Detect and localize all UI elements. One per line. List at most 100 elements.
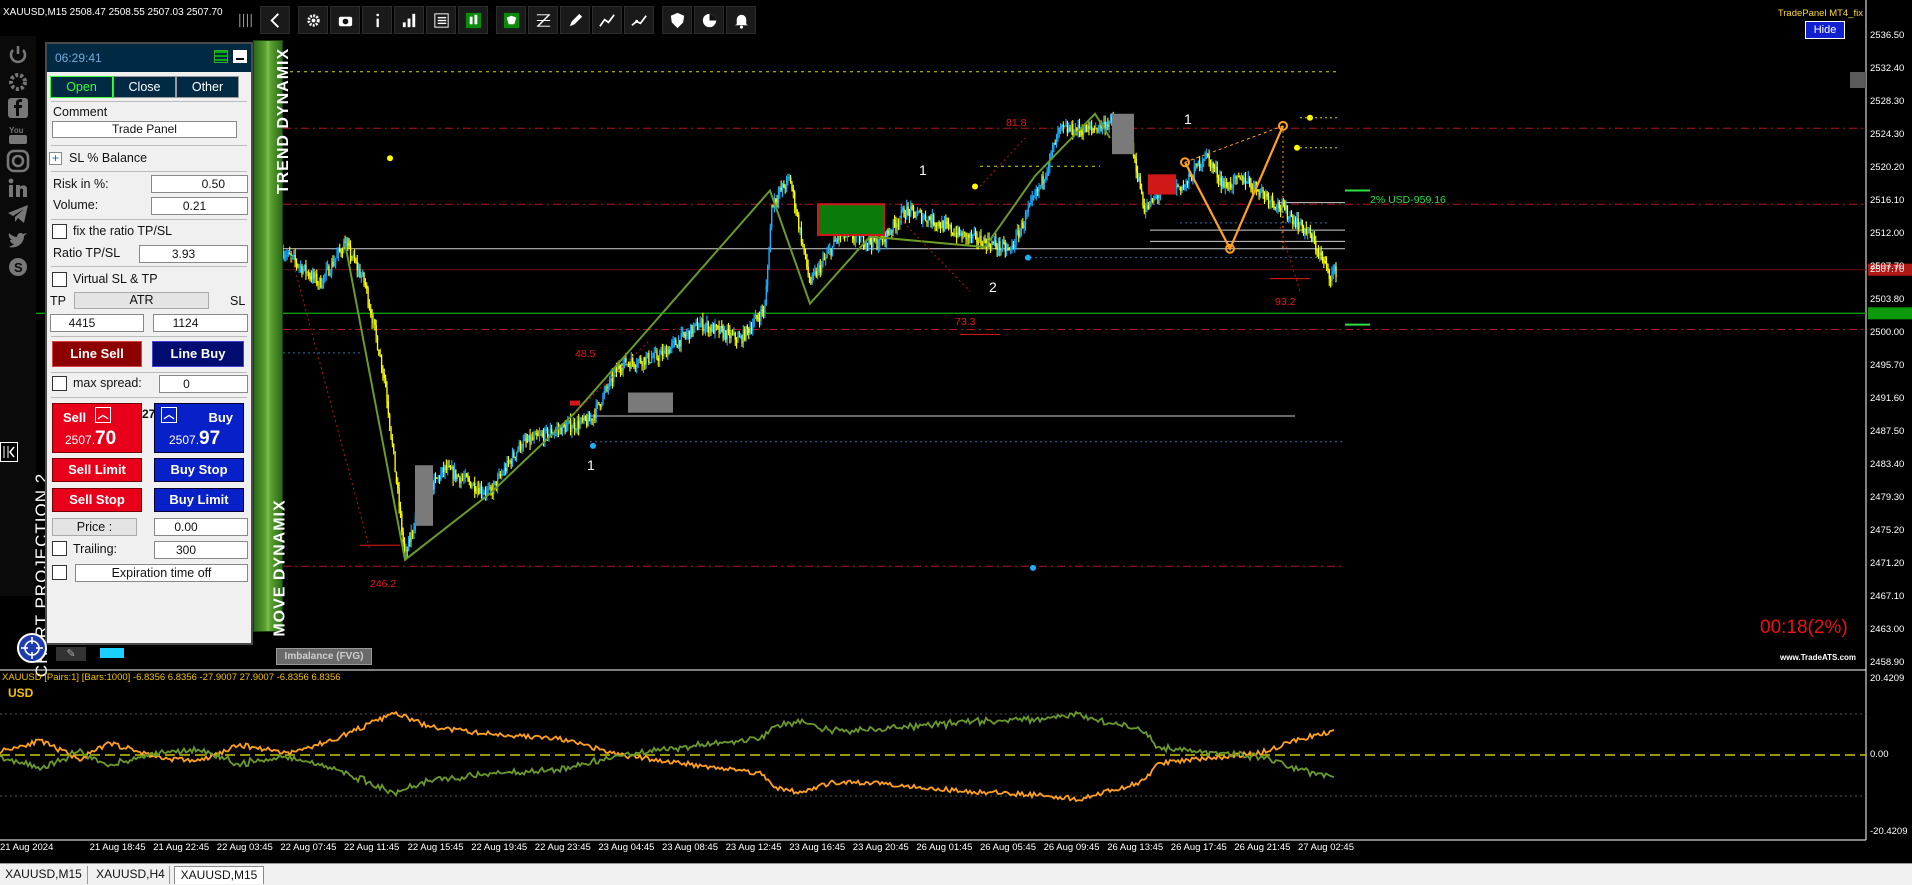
power-icon[interactable] <box>6 43 30 67</box>
expiration-checkbox[interactable] <box>52 565 67 580</box>
collapse-arrow-icon[interactable] <box>0 442 18 462</box>
tab-xauusd-m15-1[interactable]: XAUUSD,M15 <box>0 866 88 884</box>
telegram-icon[interactable] <box>6 202 30 226</box>
bell-icon[interactable] <box>726 6 756 34</box>
candle-body <box>911 206 913 208</box>
menu-icon[interactable] <box>214 50 228 63</box>
candle-body <box>1262 189 1264 193</box>
sell-button[interactable]: Sell ︿ 2507.70 <box>52 403 142 453</box>
fix-ratio-checkbox[interactable] <box>52 224 67 239</box>
candle-body <box>984 238 986 242</box>
bull-icon[interactable] <box>496 6 526 34</box>
candle-body <box>370 308 372 315</box>
candle-body <box>1222 180 1224 187</box>
sell-limit-button[interactable]: Sell Limit <box>52 458 142 482</box>
pen-icon[interactable] <box>560 6 590 34</box>
tab-xauusd-m15-2[interactable]: XAUUSD,M15 <box>174 866 264 884</box>
twitter-icon[interactable] <box>6 229 30 253</box>
instagram-icon[interactable] <box>6 149 30 173</box>
candle-body <box>877 245 880 249</box>
line-sell-button[interactable]: Line Sell <box>52 341 142 367</box>
panel-tabs: Open Close Other <box>50 76 239 98</box>
buy-button[interactable]: ︿ Buy 2507.97 <box>154 403 244 453</box>
trend-line-icon[interactable] <box>624 6 654 34</box>
virtual-sltp-checkbox[interactable] <box>52 272 67 287</box>
price-input[interactable]: 0.00 <box>154 518 248 536</box>
candle-body <box>509 460 511 463</box>
youtube-icon[interactable]: You <box>6 123 30 147</box>
trend-up-icon[interactable] <box>592 6 622 34</box>
candle-body <box>474 482 476 492</box>
server-time: 06:29:41 <box>55 51 102 65</box>
candle-body <box>1061 124 1063 126</box>
tab-other[interactable]: Other <box>176 76 239 98</box>
max-spread-input[interactable]: 0 <box>159 375 248 393</box>
candle-body <box>875 238 877 241</box>
sl-input[interactable]: 1124 <box>153 314 248 332</box>
skype-icon[interactable]: S <box>6 255 30 279</box>
gear-icon[interactable] <box>298 6 328 34</box>
shield-icon[interactable] <box>662 6 692 34</box>
info-icon[interactable] <box>362 6 392 34</box>
candle-body <box>1203 159 1205 161</box>
hide-button[interactable]: Hide <box>1805 21 1845 39</box>
fib-icon[interactable] <box>528 6 558 34</box>
candle-body <box>676 344 678 348</box>
minimize-icon[interactable] <box>233 50 247 63</box>
candle-body <box>668 349 670 354</box>
max-spread-checkbox[interactable] <box>52 376 67 391</box>
candle-body <box>648 352 650 363</box>
ratio-input[interactable]: 3.93 <box>139 245 248 263</box>
expiration-button[interactable]: Expiration time off <box>75 564 248 582</box>
buy-price-big: 97 <box>199 428 221 449</box>
linkedin-icon[interactable] <box>6 176 30 200</box>
candle-body <box>506 460 508 472</box>
candle-body <box>1030 199 1032 204</box>
tab-xauusd-h4[interactable]: XAUUSD,H4 <box>92 866 170 884</box>
arrow-left-icon[interactable] <box>260 6 290 34</box>
candle-body <box>1284 204 1286 211</box>
xau-line <box>0 710 1335 798</box>
tab-close[interactable]: Close <box>113 76 176 98</box>
bar-chart-icon[interactable] <box>394 6 424 34</box>
comment-input[interactable]: Trade Panel <box>52 121 237 138</box>
expand-icon[interactable]: + <box>49 152 62 165</box>
buy-stop-button[interactable]: Buy Stop <box>154 458 244 482</box>
trailing-checkbox[interactable] <box>52 541 67 556</box>
pie-chart-icon[interactable] <box>694 6 724 34</box>
time-tick: 23 Aug 08:45 <box>662 842 718 853</box>
candle-body <box>727 329 730 331</box>
cyan-marker-icon[interactable] <box>100 648 124 658</box>
volume-input[interactable]: 0.21 <box>151 197 248 215</box>
candle-body <box>672 340 674 344</box>
candles-icon[interactable] <box>458 6 488 34</box>
trailing-input[interactable]: 300 <box>154 541 248 559</box>
buy-limit-button[interactable]: Buy Limit <box>154 488 244 512</box>
tp-input[interactable]: 4415 <box>50 314 144 332</box>
crosshair-icon[interactable] <box>17 633 47 663</box>
candle-body <box>1018 230 1020 238</box>
candle-body <box>1185 181 1187 185</box>
candle-body <box>757 317 759 319</box>
drag-handle-icon[interactable] <box>232 6 258 34</box>
candle-body <box>1047 166 1050 172</box>
settings-icon[interactable] <box>6 70 30 94</box>
list-icon[interactable] <box>426 6 456 34</box>
atr-button[interactable]: ATR <box>74 292 209 309</box>
sell-stop-button[interactable]: Sell Stop <box>52 488 142 512</box>
candle-body <box>590 418 592 422</box>
pen-icon[interactable]: ✎ <box>56 647 86 661</box>
facebook-icon[interactable] <box>6 96 30 120</box>
candle-body <box>1082 131 1085 136</box>
tab-open[interactable]: Open <box>50 76 113 98</box>
candle-body <box>823 258 826 260</box>
imbalance-button[interactable]: Imbalance (FVG) <box>276 648 372 665</box>
candle-body <box>1188 174 1190 184</box>
line-buy-button[interactable]: Line Buy <box>152 341 244 367</box>
candle-body <box>1020 222 1023 231</box>
candle-body <box>764 305 766 312</box>
risk-input[interactable]: 0.50 <box>151 175 248 193</box>
camera-icon[interactable] <box>330 6 360 34</box>
candle-body <box>900 209 902 219</box>
sell-price-big: 70 <box>95 428 117 449</box>
